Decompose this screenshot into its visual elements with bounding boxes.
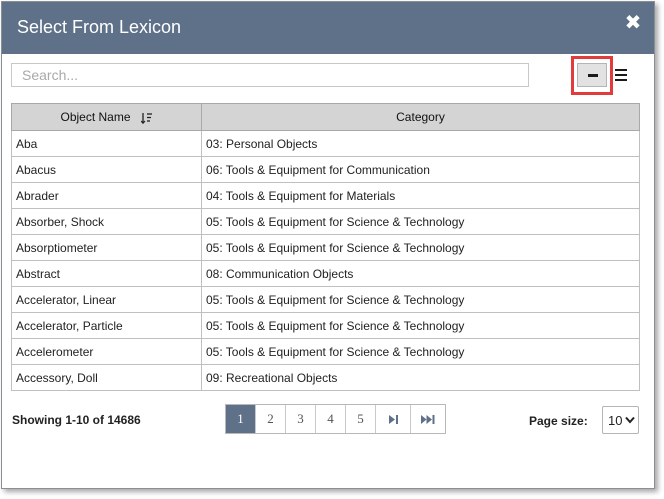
cell-object-name: Aba [11,130,202,157]
list-icon [615,69,627,71]
lexicon-table: Object Name Category Aba 03: Personal Obj… [11,103,640,391]
cell-object-name: Accessory, Doll [11,364,202,391]
table-row[interactable]: Accelerator, Particle 05: Tools & Equipme… [11,312,640,339]
cell-object-name: Accelerator, Particle [11,312,202,339]
page-1-button[interactable]: 1 [226,405,256,433]
pagination: 1 2 3 4 5 [225,404,446,434]
cell-object-name: Absorber, Shock [11,208,202,235]
compact-view-button[interactable] [577,63,607,87]
cell-category: 05: Tools & Equipment for Science & Tech… [201,286,640,313]
page-3-button[interactable]: 3 [286,405,316,433]
table-row[interactable]: Abacus 06: Tools & Equipment for Communic… [11,156,640,183]
cell-category: 04: Tools & Equipment for Materials [201,182,640,209]
table-header-row: Object Name Category [11,103,640,131]
cell-object-name: Abrader [11,182,202,209]
table-row[interactable]: Accelerator, Linear 05: Tools & Equipment… [11,286,640,313]
table-row[interactable]: Absorber, Shock 05: Tools & Equipment for… [11,208,640,235]
column-header-category[interactable]: Category [201,103,640,131]
page-size-value: 10 [608,413,623,428]
table-row[interactable]: Accessory, Doll 09: Recreational Objects [11,364,640,391]
page-4-button[interactable]: 4 [316,405,346,433]
table-row[interactable]: Aba 03: Personal Objects [11,130,640,157]
column-header-object-name[interactable]: Object Name [11,103,202,131]
cell-object-name: Abstract [11,260,202,287]
sort-alpha-down-icon[interactable] [140,112,153,124]
cell-category: 06: Tools & Equipment for Communication [201,156,640,183]
cell-category: 05: Tools & Equipment for Science & Tech… [201,312,640,339]
chevron-down-icon [625,416,635,424]
page-2-button[interactable]: 2 [256,405,286,433]
cell-category: 03: Personal Objects [201,130,640,157]
page-size-label: Page size: [529,414,588,428]
minus-icon [588,74,598,77]
dialog-title: Select From Lexicon [17,17,182,37]
cell-category: 05: Tools & Equipment for Science & Tech… [201,208,640,235]
next-page-button[interactable] [376,405,411,433]
skip-last-icon [420,414,434,424]
cell-object-name: Abacus [11,156,202,183]
close-icon[interactable]: ✖ [624,13,642,33]
dialog-header: Select From Lexicon ✖ [2,2,654,54]
search-input[interactable] [11,63,529,87]
cell-category: 05: Tools & Equipment for Science & Tech… [201,338,640,365]
cell-object-name: Accelerometer [11,338,202,365]
table-row[interactable]: Abstract 08: Communication Objects [11,260,640,287]
cell-category: 09: Recreational Objects [201,364,640,391]
showing-count: Showing 1-10 of 14686 [12,413,141,427]
page-5-button[interactable]: 5 [346,405,376,433]
table-row[interactable]: Absorptiometer 05: Tools & Equipment for … [11,234,640,261]
cell-category: 08: Communication Objects [201,260,640,287]
last-page-button[interactable] [411,405,445,433]
cell-category: 05: Tools & Equipment for Science & Tech… [201,234,640,261]
list-view-button[interactable] [614,67,628,83]
page-size-select[interactable]: 10 [602,406,639,434]
cell-object-name: Absorptiometer [11,234,202,261]
table-row[interactable]: Accelerometer 05: Tools & Equipment for S… [11,338,640,365]
table-row[interactable]: Abrader 04: Tools & Equipment for Materia… [11,182,640,209]
skip-next-icon [388,414,398,424]
cell-object-name: Accelerator, Linear [11,286,202,313]
